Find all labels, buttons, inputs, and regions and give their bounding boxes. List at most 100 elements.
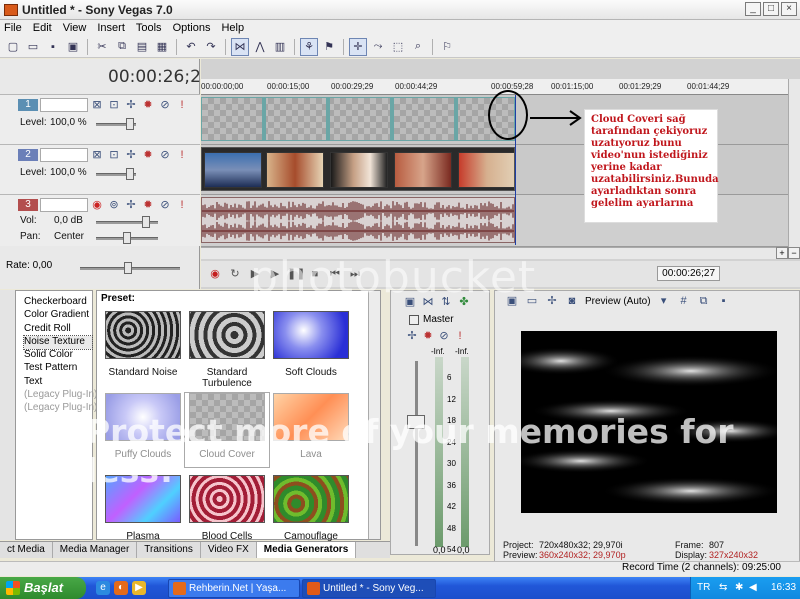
chevron-down-icon[interactable]: ▾ <box>657 294 671 308</box>
open-icon[interactable]: ▭ <box>24 38 42 56</box>
downmix-icon[interactable]: ⋈ <box>421 295 435 309</box>
cursor-timecode[interactable]: 00:00:26;27 <box>657 266 720 281</box>
track-fx-icon[interactable]: ✹ <box>141 98 155 112</box>
normal-edit-tool-icon[interactable]: ✛ <box>349 37 367 56</box>
cut-icon[interactable]: ✂ <box>93 38 111 56</box>
preview-device-icon[interactable]: ▭ <box>525 294 539 308</box>
mute-icon[interactable]: ⊘ <box>158 198 172 212</box>
dim-output-icon[interactable]: ⇅ <box>439 295 453 309</box>
preset-tile[interactable]: Standard Turbulence <box>185 311 269 389</box>
menu-tools[interactable]: Tools <box>136 22 162 34</box>
time-ruler[interactable]: 00:00:00;00 00:00:15;00 00:00:29;29 00:0… <box>201 79 788 95</box>
tab-transitions[interactable]: Transitions <box>137 542 201 558</box>
generator-item[interactable]: Credit Roll <box>24 323 92 336</box>
preset-tile-selected[interactable]: Cloud Cover <box>184 392 270 468</box>
preview-quality-dropdown[interactable]: Preview (Auto) <box>585 296 651 307</box>
mixer-properties-icon[interactable]: ✤ <box>457 295 471 309</box>
video-clip[interactable] <box>201 147 515 191</box>
tab-video-fx[interactable]: Video FX <box>201 542 257 558</box>
cloud-cover-clip[interactable] <box>201 97 515 141</box>
motion-icon[interactable]: ✢ <box>124 98 138 112</box>
split-screen-icon[interactable]: ◙ <box>565 294 579 308</box>
envelope-tool-icon[interactable]: ⤳ <box>369 38 387 56</box>
master-fader-track[interactable] <box>415 361 418 546</box>
minimize-button[interactable]: _ <box>745 2 761 16</box>
track-fx-icon[interactable]: ✢ <box>124 198 138 212</box>
ignore-grouping-icon[interactable]: ⚑ <box>320 38 338 56</box>
level-slider[interactable] <box>96 118 136 130</box>
mute-icon[interactable]: ⊘ <box>158 148 172 162</box>
level-slider-knob[interactable] <box>126 168 134 180</box>
rate-slider-knob[interactable] <box>124 262 132 274</box>
whats-this-icon[interactable]: ⚐ <box>438 38 456 56</box>
bus-solo-icon[interactable]: ! <box>453 329 467 343</box>
volume-slider[interactable] <box>96 216 158 228</box>
selection-tool-icon[interactable]: ⬚ <box>389 38 407 56</box>
solo-icon[interactable]: ! <box>175 198 189 212</box>
generator-item[interactable]: (Legacy Plug-In) V <box>24 402 107 415</box>
snapping-icon[interactable]: ⋈ <box>231 37 249 56</box>
menu-edit[interactable]: Edit <box>33 22 52 34</box>
internet-explorer-icon[interactable]: e <box>96 581 110 595</box>
bluetooth-icon[interactable]: ✱ <box>735 582 743 593</box>
track-header-2[interactable]: 2 ⊠ ⊡ ✢ ✹ ⊘ ! Level: 100,0 % <box>0 144 200 194</box>
taskbar-window-vegas[interactable]: Untitled * - Sony Veg... <box>302 579 436 598</box>
preset-tile[interactable]: Plasma <box>101 475 185 549</box>
ripple-edit-icon[interactable]: ▥ <box>271 38 289 56</box>
menu-options[interactable]: Options <box>173 22 211 34</box>
start-button[interactable]: Başlat <box>0 577 86 599</box>
bus-motion-icon[interactable]: ✢ <box>405 329 419 343</box>
paste-icon[interactable]: ▤ <box>133 38 151 56</box>
play-icon[interactable]: ▶ <box>267 266 283 282</box>
pause-icon[interactable]: ❚❚ <box>287 266 305 282</box>
track-fx-icon[interactable]: ✹ <box>141 148 155 162</box>
menu-insert[interactable]: Insert <box>97 22 125 34</box>
preset-tile[interactable]: Blood Cells <box>185 475 269 549</box>
media-player-icon[interactable]: ▶ <box>132 581 146 595</box>
fx-icon[interactable]: ⊡ <box>107 98 121 112</box>
go-to-start-icon[interactable]: ⏮ <box>327 266 343 282</box>
level-slider[interactable] <box>96 168 136 180</box>
motion-icon[interactable]: ✢ <box>124 148 138 162</box>
generator-item[interactable]: (Legacy Plug-In) T <box>24 389 106 402</box>
track-header-1[interactable]: 1 ⊠ ⊡ ✢ ✹ ⊘ ! Level: 100,0 % <box>0 94 200 144</box>
preset-tile[interactable]: Soft Clouds <box>269 311 353 385</box>
maximize-button[interactable]: □ <box>763 2 779 16</box>
pan-slider[interactable] <box>96 232 158 244</box>
preset-scrollbar[interactable] <box>368 291 380 539</box>
preset-tile[interactable]: Standard Noise <box>101 311 185 385</box>
delete-icon[interactable]: ▦ <box>153 38 171 56</box>
stop-icon[interactable]: ■ <box>307 266 323 282</box>
redo-icon[interactable]: ↷ <box>202 38 220 56</box>
volume-slider-knob[interactable] <box>142 216 150 228</box>
fx-icon[interactable]: ⊡ <box>107 148 121 162</box>
auto-crossfade-icon[interactable]: ⋀ <box>251 38 269 56</box>
timeline-horizontal-scrollbar[interactable] <box>201 247 788 259</box>
tab-media-generators[interactable]: Media Generators <box>256 542 357 558</box>
loop-icon[interactable]: ↻ <box>227 266 243 282</box>
generator-item[interactable]: Test Pattern <box>24 362 92 375</box>
properties-icon[interactable]: ▣ <box>64 38 82 56</box>
save-icon[interactable]: ▪ <box>44 38 62 56</box>
timeline-vertical-scrollbar[interactable] <box>788 79 800 249</box>
mute-icon[interactable]: ⊘ <box>158 98 172 112</box>
generator-item[interactable]: Text <box>24 376 92 389</box>
generator-item-selected[interactable]: Noise Texture <box>23 334 93 351</box>
taskbar-window-browser[interactable]: Rehberin.Net | Yaşa... <box>168 579 300 598</box>
master-fader-knob[interactable] <box>407 415 425 429</box>
volume-icon[interactable]: ◀ <box>749 582 757 593</box>
tab-media-manager[interactable]: Media Manager <box>53 542 138 558</box>
record-icon[interactable]: ◉ <box>207 266 223 282</box>
compositing-mode-icon[interactable]: ⊠ <box>90 148 104 162</box>
tab-explorer[interactable]: ct Media <box>0 542 53 558</box>
zoom-in-icon[interactable]: + <box>776 247 788 259</box>
audio-fx-icon[interactable]: ✹ <box>141 198 155 212</box>
zoom-out-icon[interactable]: − <box>788 247 800 259</box>
bus-fx-icon[interactable]: ✹ <box>421 329 435 343</box>
track-name-field[interactable] <box>40 148 88 162</box>
preset-tile[interactable]: Camouflage <box>269 475 353 549</box>
menu-help[interactable]: Help <box>221 22 244 34</box>
menu-view[interactable]: View <box>63 22 87 34</box>
arm-record-icon[interactable]: ◉ <box>90 198 104 212</box>
lock-envelopes-icon[interactable]: ⚘ <box>300 37 318 56</box>
